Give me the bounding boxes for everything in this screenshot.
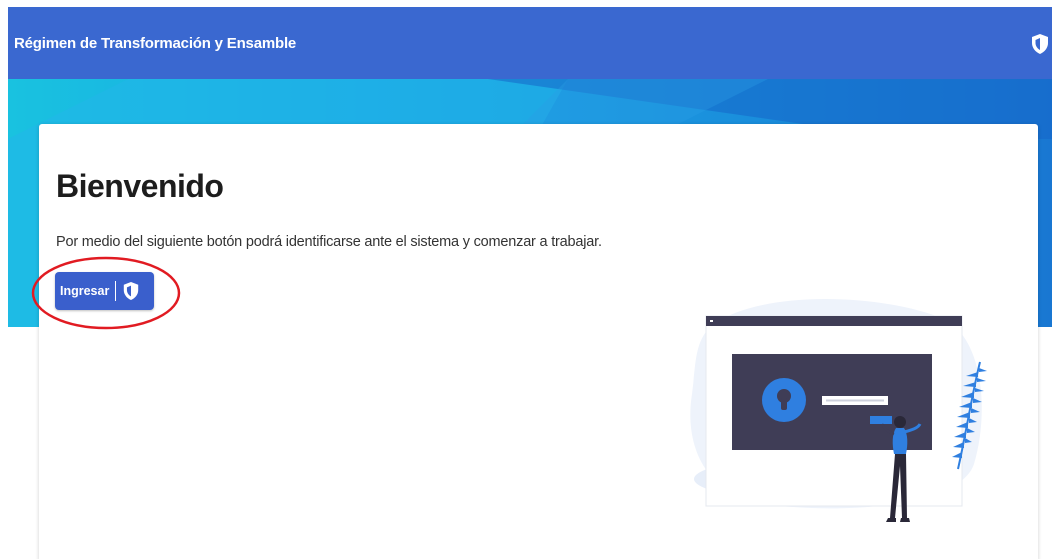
shield-icon [124, 282, 139, 300]
login-illustration [690, 299, 987, 522]
page: Régimen de Transformación y Ensamble Bie… [0, 0, 1052, 559]
login-button-label: Ingresar [60, 284, 110, 298]
welcome-title: Bienvenido [56, 168, 224, 204]
button-divider [115, 281, 117, 301]
login-button[interactable]: Ingresar [55, 272, 154, 310]
app-title: Régimen de Transformación y Ensamble [14, 34, 297, 52]
shield-icon[interactable] [1030, 33, 1050, 55]
top-bar: Régimen de Transformación y Ensamble [8, 7, 1052, 79]
welcome-description: Por medio del siguiente botón podrá iden… [56, 234, 602, 250]
